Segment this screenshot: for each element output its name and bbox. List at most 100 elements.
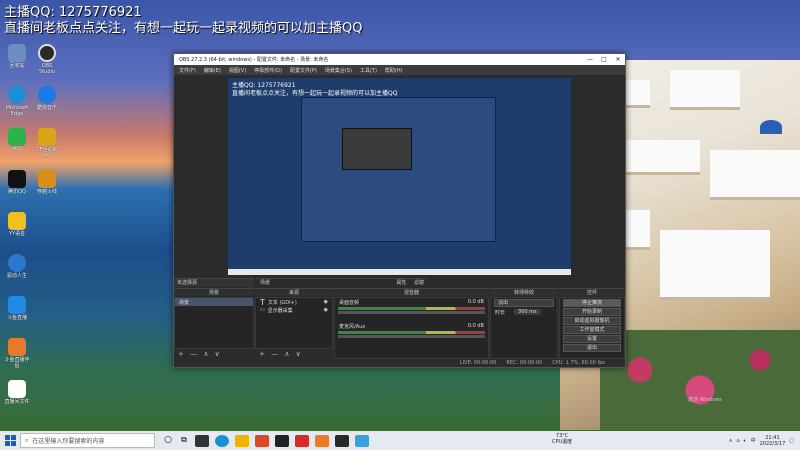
properties-button[interactable]: 属性 [396,280,406,286]
preview-nested-window [301,97,496,242]
rec-timer: REC: 00:00:00 [506,360,543,366]
taskbar-app-douyu[interactable] [315,434,329,447]
live-timer: LIVE: 00:00:00 [459,360,497,366]
scene-item[interactable]: 场景 [175,298,253,306]
duration-input[interactable]: 300 ms [514,309,541,315]
notification-icon[interactable]: ▢ [789,438,794,444]
stream-overlay-message: 直播间老板点点关注，有想一起玩一起录视频的可以加主播QQ [4,21,363,36]
volume-icon[interactable]: 🔈︎ [744,438,747,444]
volume-meter-mic [338,331,485,334]
mixer-channel-mic: 麦克风/Aux 0.0 dB [339,323,484,330]
transitions-dock: 淡出 时长 300 ms [490,297,558,359]
monitor-icon: ▭ [260,307,265,313]
volume-meter-desktop [338,307,485,310]
source-item-display[interactable]: ▭ 显示器采集 ◉ [256,306,332,314]
scenes-footer-controls[interactable]: + — ∧ ∨ [174,350,254,359]
search-icon: ⌕ [25,436,29,444]
taskbar-app-edge[interactable] [215,434,229,447]
desktop-icon-qq[interactable]: 腾讯QQ [4,170,30,195]
sources-footer-controls[interactable]: + — ∧ ∨ [255,350,333,359]
search-placeholder: 在这里输入你要搜索的内容 [32,438,105,445]
menu-docks[interactable]: 停靠部件(D) [254,67,282,74]
system-tray: ∧ ⌂ 🔈︎ 中 21:41 2022/3/17 ▢ [729,435,800,447]
filters-button[interactable]: 滤镜 [414,280,424,286]
volume-slider-desktop[interactable] [338,311,485,314]
settings-button[interactable]: 设置 [563,335,621,343]
network-icon[interactable]: ⌂ [736,438,739,444]
desktop-icon-crossfire[interactable]: 穿越火线 [34,170,60,195]
volume-slider-mic[interactable] [338,335,485,338]
start-virtual-camera-button[interactable]: 启动虚拟摄像机 [563,317,621,325]
obs-window-title: OBS 27.2.3 (64-bit, windows) - 配置文件: 未命名… [179,57,329,63]
obs-menubar: 文件(F) 编辑(E) 视图(V) 停靠部件(D) 配置文件(P) 场景集合(S… [174,65,625,75]
desktop-icon-kugou[interactable]: 酷狗音乐 [34,86,60,111]
menu-file[interactable]: 文件(F) [179,67,196,74]
close-button[interactable]: ✕ [611,56,625,63]
source-item-text[interactable]: T 文本 (GDI+) ◉ [256,297,332,307]
menu-tools[interactable]: 工具(T) [360,67,377,74]
taskbar-app-explorer[interactable] [235,434,249,447]
obs-statusbar: LIVE: 00:00:00 REC: 00:00:00 CPU: 1.7%, … [174,359,625,367]
taskbar-search[interactable]: ⌕ 在这里输入你要搜索的内容 [20,433,155,448]
mixer-dock-title: 混音器 [334,288,489,296]
studio-mode-button[interactable]: 工作室模式 [563,326,621,334]
transition-duration-row: 时长 300 ms [491,308,557,316]
taskbar-app-game[interactable] [335,434,349,447]
desktop-icon-driver[interactable]: 驱动人生 [4,254,30,279]
transitions-dock-title: 转场特效 [490,288,558,296]
preview-taskbar [228,269,571,275]
weather-widget[interactable]: 73°C CPU温度 [552,433,572,445]
taskbar-app-office[interactable] [255,434,269,447]
start-recording-button[interactable]: 开始录制 [563,308,621,316]
taskbar-app-obs[interactable] [275,434,289,447]
transition-select[interactable]: 淡出 [494,299,554,307]
eye-icon[interactable]: ◉ [324,299,328,305]
scenes-dock-title: 场景 [174,288,254,296]
desktop-icon-obs[interactable]: OBS Studio [34,44,60,75]
desktop-icon-douyu[interactable]: 斗鱼直播 [4,296,30,321]
desktop-icon-recycle-bin[interactable]: 回收站 [4,44,30,69]
controls-dock: 停止推流 开始录制 启动虚拟摄像机 工作室模式 设置 退出 [559,297,625,359]
desktop-icon-douyu-companion[interactable]: 斗鱼直播伴侣 [4,338,30,369]
ime-icon[interactable]: 中 [751,437,756,444]
menu-profile[interactable]: 配置文件(P) [290,67,317,74]
taskbar-app-1[interactable] [195,434,209,447]
text-icon: T [260,297,265,307]
tray-chevron-icon[interactable]: ∧ [729,438,733,444]
controls-dock-title: 控件 [559,288,625,296]
taskbar-clock[interactable]: 21:41 2022/3/17 [760,435,786,447]
desktop-icon-edge[interactable]: Microsoft Edge [4,86,30,117]
sources-dock: T 文本 (GDI+) ◉ ▭ 显示器采集 ◉ [255,297,333,349]
desktop-icon-wechat[interactable]: 微信 [4,128,30,153]
menu-view[interactable]: 视图(V) [229,67,246,74]
start-button[interactable] [0,431,20,450]
stop-streaming-button[interactable]: 停止推流 [563,299,621,307]
taskbar-app-chrome[interactable] [295,434,309,447]
eye-icon[interactable]: ◉ [324,307,328,313]
taskbar-app-qq[interactable] [355,434,369,447]
minimize-button[interactable]: — [583,56,597,63]
desktop-icon-yy[interactable]: YY语音 [4,212,30,237]
menu-scene-collection[interactable]: 场景集合(S) [325,67,352,74]
desktop-icon-cf-helper[interactable]: CF活动助手 [34,128,60,159]
desktop-icon-file[interactable]: 直播间文件 [4,380,30,405]
mixer-dock: 桌面音频 0.0 dB 麦克风/Aux 0.0 dB [334,297,489,359]
preview-nested-window-inner [342,128,412,170]
activation-watermark: 激活 Windows [688,397,722,403]
cpu-fps: CPU: 1.7%, 60.00 fps [552,360,605,366]
scenes-dock: 场景 [174,297,254,349]
maximize-button[interactable]: □ [597,56,611,63]
exit-button[interactable]: 退出 [563,344,621,352]
mixer-channel-desktop: 桌面音频 0.0 dB [339,299,484,306]
task-view-icon[interactable]: ⧉ [179,435,189,447]
obs-preview[interactable]: 主播QQ: 1275776921 直播间老板点点关注，有想一起玩一起录视频的可以… [228,78,571,275]
windows-logo-icon [4,435,16,446]
menu-help[interactable]: 帮助(H) [385,67,403,74]
wallpaper-flowers [600,330,800,430]
menu-edit[interactable]: 编辑(E) [204,67,221,74]
preview-overlay-message: 直播间老板点点关注，有想一起玩一起录视频的可以加主播QQ [232,90,398,97]
cortana-icon[interactable]: ○ [163,435,173,447]
sources-dock-title: 来源 [255,288,333,296]
obs-titlebar[interactable]: OBS 27.2.3 (64-bit, windows) - 配置文件: 未命名… [174,54,625,65]
no-source-label: 未选择源 [174,278,254,287]
